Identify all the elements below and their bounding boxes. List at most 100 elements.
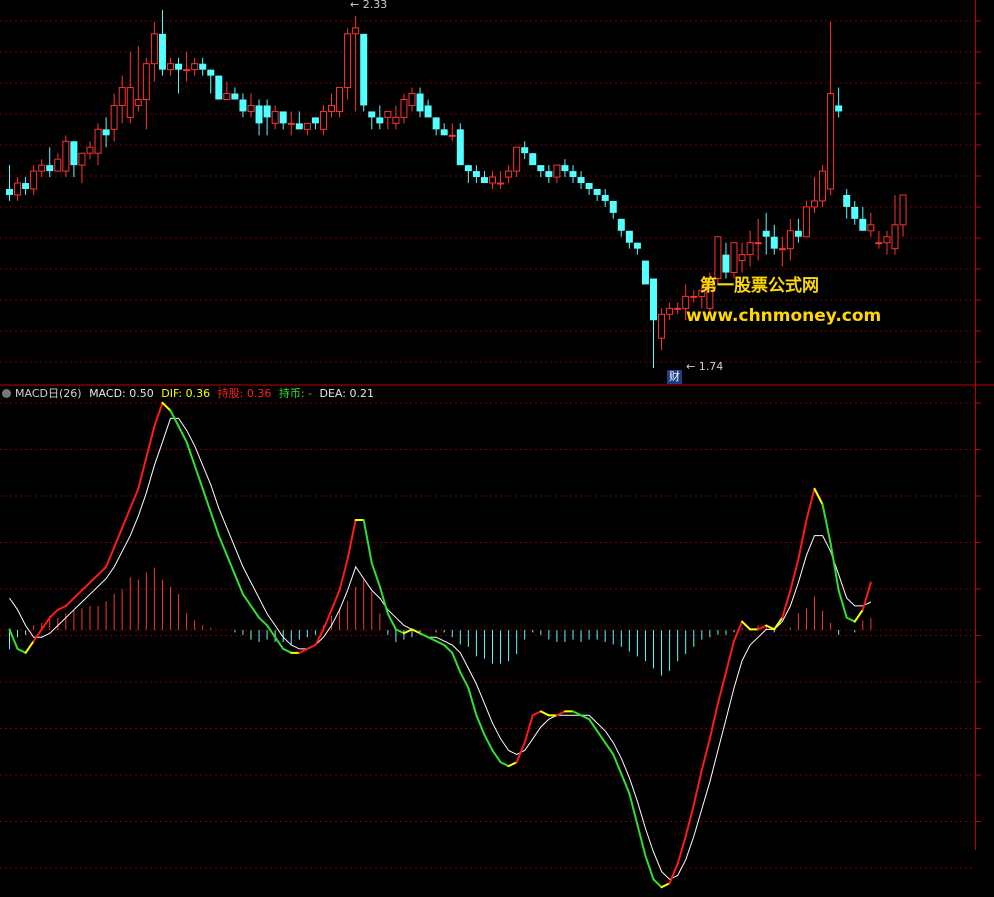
dif-line-segment — [24, 640, 35, 654]
candle-body-up — [183, 69, 191, 72]
candle-body-up — [746, 242, 754, 256]
dea-value: DEA: 0.21 — [319, 387, 374, 400]
candle-body-down — [279, 111, 287, 124]
dif-line-segment — [604, 741, 615, 756]
candle-body-down — [464, 165, 472, 172]
candle-body-down — [440, 129, 448, 136]
candle-body-up — [827, 93, 835, 190]
high-price-label: ← 2.33 — [350, 0, 388, 11]
dif-line-segment — [555, 710, 566, 717]
dif-line-segment — [580, 714, 591, 721]
dif-line-segment — [306, 644, 317, 650]
dif-line-segment — [443, 644, 454, 654]
candle-body-up — [497, 182, 505, 185]
candle-body-up — [223, 93, 231, 100]
dif-line-segment — [314, 628, 325, 646]
dif-line-segment — [676, 835, 687, 865]
dif-line-segment — [451, 651, 462, 674]
dif-line-segment — [121, 507, 132, 529]
candle-body-up — [513, 146, 521, 172]
dif-line-segment — [258, 616, 269, 627]
candle-body-up — [489, 176, 496, 184]
dif-line-segment — [660, 882, 671, 889]
candle-body-down — [158, 33, 166, 70]
dif-line-segment — [652, 878, 663, 889]
dif-line-segment — [797, 519, 808, 561]
candle-body-down — [561, 165, 569, 172]
candle-body-up — [54, 158, 62, 172]
dif-line-segment — [362, 519, 373, 564]
financial-report-badge[interactable]: 财 — [667, 370, 682, 384]
dif-line-segment — [741, 620, 752, 631]
macd-header: MACD日(26) MACD: 0.50 DIF: 0.36 持股: 0.36 … — [0, 386, 378, 402]
dif-line-segment — [241, 593, 252, 607]
dif-line-segment — [330, 589, 341, 611]
candle-body-down — [472, 171, 480, 178]
candle-body-down — [215, 75, 223, 100]
candle-body-up — [191, 63, 199, 71]
dif-line-segment — [225, 554, 236, 576]
candle-body-down — [617, 218, 625, 231]
dif-line-segment — [805, 487, 816, 521]
stock-chart[interactable] — [0, 0, 994, 897]
candle-body-down — [585, 183, 593, 189]
candle-body-down — [537, 165, 545, 172]
dif-line-segment — [282, 647, 293, 654]
candle-body-up — [110, 104, 118, 130]
dif-line-segment — [539, 710, 550, 717]
dif-line-segment — [853, 608, 864, 623]
candle-body-up — [811, 200, 818, 208]
dif-line-segment — [507, 761, 518, 768]
candle-body-up — [674, 307, 682, 310]
candle-body-down — [231, 93, 239, 100]
candle-body-down — [199, 63, 207, 70]
candle-body-up — [150, 33, 158, 65]
dif-line-segment — [620, 772, 631, 795]
candle-body-down — [239, 99, 247, 112]
candle-body-up — [754, 242, 762, 245]
high-price-value: 2.33 — [362, 0, 388, 11]
candle-body-down — [424, 105, 432, 118]
candle-body-up — [118, 87, 126, 106]
candle-body-up — [899, 194, 907, 226]
dif-line-segment — [346, 519, 357, 561]
dif-line-segment — [435, 640, 446, 646]
dif-line-segment — [129, 487, 140, 510]
dif-line-segment — [338, 558, 349, 592]
low-price-label: ← 1.74 — [686, 360, 724, 373]
dif-line-segment — [515, 741, 526, 764]
candle-body-down — [102, 129, 110, 136]
candle-body-down — [843, 194, 851, 207]
dif-line-segment — [394, 628, 405, 635]
candle-body-up — [778, 248, 786, 251]
watermark-title: 第一股票公式网 — [700, 276, 819, 296]
dif-value: DIF: 0.36 — [161, 387, 211, 400]
candle-body-down — [794, 230, 802, 237]
dif-line-segment — [757, 624, 768, 631]
candle-body-down — [376, 117, 384, 124]
candle-body-up — [448, 134, 456, 137]
dif-line-segment — [40, 616, 51, 631]
candle-body-up — [666, 307, 674, 315]
candle-body-up — [247, 104, 255, 112]
candle-body-down — [859, 218, 867, 231]
dif-line-segment — [491, 749, 502, 764]
candle-body-up — [134, 99, 142, 106]
candle-body-down — [601, 194, 609, 201]
dif-line-segment — [588, 718, 599, 732]
indicator-name: MACD日(26) — [15, 387, 82, 400]
candle-body-up — [875, 242, 883, 245]
candle-body-up — [392, 116, 400, 124]
candle-body-up — [303, 122, 311, 130]
candle-body-up — [786, 230, 794, 250]
dif-line-segment — [16, 647, 27, 654]
candle-body-down — [432, 117, 440, 130]
candle-body-up — [287, 122, 295, 125]
candle-body-up — [658, 313, 666, 339]
dif-line-segment — [700, 737, 711, 771]
candle-body-up — [78, 152, 86, 166]
candle-body-up — [344, 33, 352, 89]
dif-line-segment — [475, 714, 486, 736]
indicator-settings-icon[interactable] — [2, 389, 11, 398]
candle-body-down — [722, 254, 730, 273]
